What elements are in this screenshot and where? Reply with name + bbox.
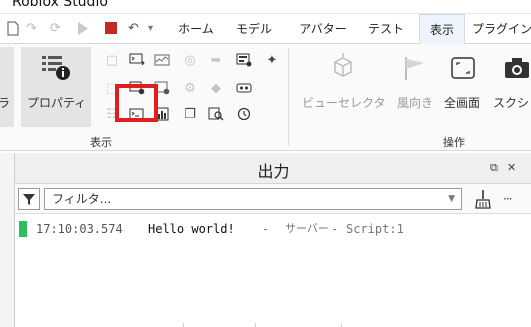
log-source: サーバー (285, 222, 329, 235)
tab-avatar[interactable]: アバター (292, 14, 354, 44)
title-bar: Roblox Studio (0, 0, 531, 14)
script-analysis-icon[interactable]: ◎ (180, 52, 200, 70)
log-message: Hello world! (148, 222, 235, 236)
log-script: Script:1 (346, 222, 404, 236)
output-button-highlight (115, 84, 158, 122)
column-divider (183, 323, 184, 327)
properties-icon (38, 53, 74, 83)
undock-icon[interactable]: ⧉ (490, 161, 498, 175)
tab-model[interactable]: モデル (230, 14, 278, 44)
partial-button-label: ラ (0, 96, 11, 110)
ribbon: ラ プロパティ ▢ ◎ ➥ ✦ ⬚ ⚙ ◆ ☷ ❐ 表示 ビューセレクタ 風向き… (0, 44, 531, 151)
play-icon[interactable] (77, 21, 89, 37)
sparkle-icon[interactable]: ✦ (262, 52, 282, 70)
tab-test[interactable]: テスト (362, 14, 410, 44)
log-timestamp: 17:10:03.574 (36, 222, 123, 236)
vr-icon[interactable] (234, 80, 254, 98)
more-options-icon[interactable]: ··· (503, 192, 513, 206)
tab-home[interactable]: ホーム (170, 14, 222, 44)
find-icon[interactable] (206, 106, 226, 124)
copy-icon[interactable]: ❐ (180, 106, 200, 124)
log-separator: - (262, 222, 270, 236)
window-title: Roblox Studio (12, 0, 108, 10)
stop-icon[interactable] (104, 21, 118, 37)
view-selector-icon (329, 52, 357, 82)
asset-manager-icon[interactable] (234, 52, 254, 70)
group-divider (288, 48, 289, 146)
operations-group-label: 操作 (443, 136, 465, 149)
wind-direction-button[interactable]: 風向き (397, 94, 433, 111)
camera-icon (503, 54, 531, 82)
forward-icon[interactable]: ➥ (206, 52, 226, 70)
output-panel-title: 出力 (257, 162, 290, 181)
tab-view[interactable]: 表示 (419, 14, 465, 44)
fullscreen-button[interactable]: 全画面 (444, 94, 480, 111)
roblox-studio-window: Roblox Studio ↷ ⟳ ↶ ▾ ホーム モデル アバター テスト 表… (0, 0, 531, 327)
left-dock-edge (0, 153, 14, 327)
column-divider (341, 323, 342, 327)
fullscreen-icon (449, 54, 477, 82)
new-file-icon[interactable] (7, 21, 19, 37)
quick-access-dropdown-icon[interactable]: ▾ (148, 21, 153, 37)
properties-label: プロパティ (27, 96, 87, 110)
output-panel: 出力 ⧉ ✕ フィルタ... ▼ ··· 17:10:03.574 Hello … (14, 153, 531, 327)
view-selector-button[interactable]: ビューセレクタ (302, 94, 386, 111)
tag-icon[interactable]: ◆ (206, 80, 226, 98)
close-icon[interactable]: ✕ (507, 161, 516, 175)
log-separator: - (331, 222, 339, 236)
filter-icon (23, 194, 35, 205)
gear-icon[interactable]: ⚙ (180, 80, 200, 98)
output-log: 17:10:03.574 Hello world! - サーバー - Scrip… (15, 214, 531, 327)
history-icon[interactable] (234, 106, 254, 124)
explorer-icon[interactable]: ▢ (102, 52, 122, 70)
refresh-icon[interactable]: ⟳ (50, 21, 61, 37)
filter-button[interactable] (18, 188, 40, 210)
output-panel-header: 出力 ⧉ ✕ (15, 153, 531, 184)
filter-dropdown[interactable]: フィルタ... ▼ (44, 188, 462, 210)
performance-icon[interactable] (152, 52, 172, 70)
column-divider (255, 323, 256, 327)
undo-icon[interactable]: ↶ (128, 21, 139, 37)
filter-bar: フィルタ... ▼ ··· (15, 184, 531, 214)
redo-icon[interactable]: ↷ (26, 21, 37, 37)
filter-placeholder: フィルタ... (52, 192, 112, 206)
menu-bar: ↷ ⟳ ↶ ▾ ホーム モデル アバター テスト 表示 プラグイン (0, 14, 531, 44)
log-level-marker (19, 221, 27, 237)
tab-plugins[interactable]: プラグイン (472, 14, 531, 44)
view-group-label: 表示 (90, 136, 112, 149)
clear-output-icon[interactable] (472, 188, 494, 210)
partial-button[interactable] (0, 47, 14, 127)
screenshot-button[interactable]: スクシ (493, 94, 529, 111)
output-icon[interactable] (127, 52, 147, 70)
chevron-down-icon: ▼ (448, 194, 455, 204)
wind-icon (400, 54, 428, 82)
